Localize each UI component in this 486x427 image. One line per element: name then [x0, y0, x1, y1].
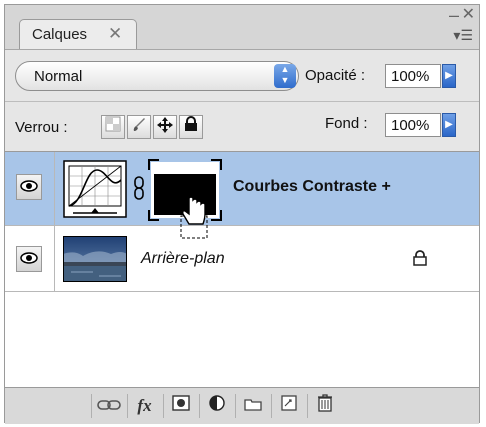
- layers-panel: Calques ✕ – ✕ ▾☰ Normal ▲ ▼ Opacité : 100…: [4, 4, 480, 424]
- blend-mode-select[interactable]: Normal ▲ ▼: [15, 61, 299, 91]
- opacity-input[interactable]: 100%: [385, 64, 441, 88]
- visibility-cell: [5, 152, 55, 225]
- new-adjustment-button[interactable]: [199, 394, 233, 418]
- folder-icon: [243, 399, 262, 411]
- lock-icon: [413, 250, 427, 266]
- link-layers-button[interactable]: [91, 394, 125, 418]
- eye-glyph: [20, 252, 38, 264]
- add-mask-button[interactable]: [163, 394, 197, 418]
- divider: [5, 101, 479, 102]
- visibility-cell: [5, 226, 55, 291]
- layers-list: Courbes Contraste + Arrière-plan: [5, 151, 479, 388]
- half-circle-icon: [208, 395, 225, 411]
- tab-calques[interactable]: Calques ✕: [19, 19, 137, 49]
- link-icon: [96, 400, 121, 410]
- layers-bottom-bar: fx: [5, 387, 479, 424]
- layer-row-courbes[interactable]: Courbes Contraste +: [5, 152, 479, 239]
- minimize-icon[interactable]: –: [449, 5, 459, 26]
- fill-arrow-button[interactable]: ▶: [442, 113, 456, 137]
- panel-menu-icon[interactable]: ▾☰: [453, 27, 473, 44]
- lock-label: Verrou :: [15, 119, 68, 136]
- layer-name[interactable]: Courbes Contraste +: [233, 178, 391, 196]
- lock-icon: [185, 116, 197, 131]
- chevron-updown-icon: ▲ ▼: [274, 64, 296, 88]
- fill-label: Fond :: [325, 115, 368, 132]
- fill-input[interactable]: 100%: [385, 113, 441, 137]
- background-image-thumbnail: [63, 236, 127, 282]
- opacity-arrow-button[interactable]: ▶: [442, 64, 456, 88]
- close-icon[interactable]: ✕: [462, 4, 475, 24]
- brush-icon: [133, 118, 145, 131]
- layer-name[interactable]: Arrière-plan: [141, 250, 225, 268]
- layer-row-background[interactable]: Arrière-plan: [5, 226, 479, 292]
- opacity-label: Opacité :: [305, 67, 366, 84]
- fx-button[interactable]: fx: [127, 394, 161, 418]
- lock-pixels-button[interactable]: [127, 115, 151, 139]
- lock-all-button[interactable]: [179, 115, 203, 139]
- panel-tab-bar: Calques ✕ – ✕ ▾☰: [5, 5, 479, 50]
- delete-layer-button[interactable]: [307, 394, 341, 418]
- eye-icon[interactable]: [16, 174, 42, 200]
- new-layer-icon: [280, 395, 297, 411]
- move-arrows-icon: [157, 117, 173, 133]
- chain-link-icon[interactable]: [133, 176, 145, 200]
- new-layer-button[interactable]: [271, 394, 305, 418]
- trash-icon: [317, 394, 332, 412]
- eye-glyph: [20, 180, 38, 192]
- blend-row: Normal ▲ ▼ Opacité : 100% ▶: [5, 57, 479, 95]
- checker-icon: [105, 116, 121, 132]
- mask-icon: [171, 395, 190, 411]
- lock-transparency-button[interactable]: [101, 115, 125, 139]
- curves-adjustment-icon: [63, 160, 127, 218]
- tab-close-icon[interactable]: ✕: [108, 24, 122, 44]
- blend-mode-value: Normal: [34, 68, 83, 85]
- eye-icon[interactable]: [16, 246, 42, 272]
- lock-position-button[interactable]: [153, 115, 177, 139]
- fx-icon: fx: [137, 396, 152, 415]
- tab-label: Calques: [32, 26, 88, 43]
- new-group-button[interactable]: [235, 394, 269, 418]
